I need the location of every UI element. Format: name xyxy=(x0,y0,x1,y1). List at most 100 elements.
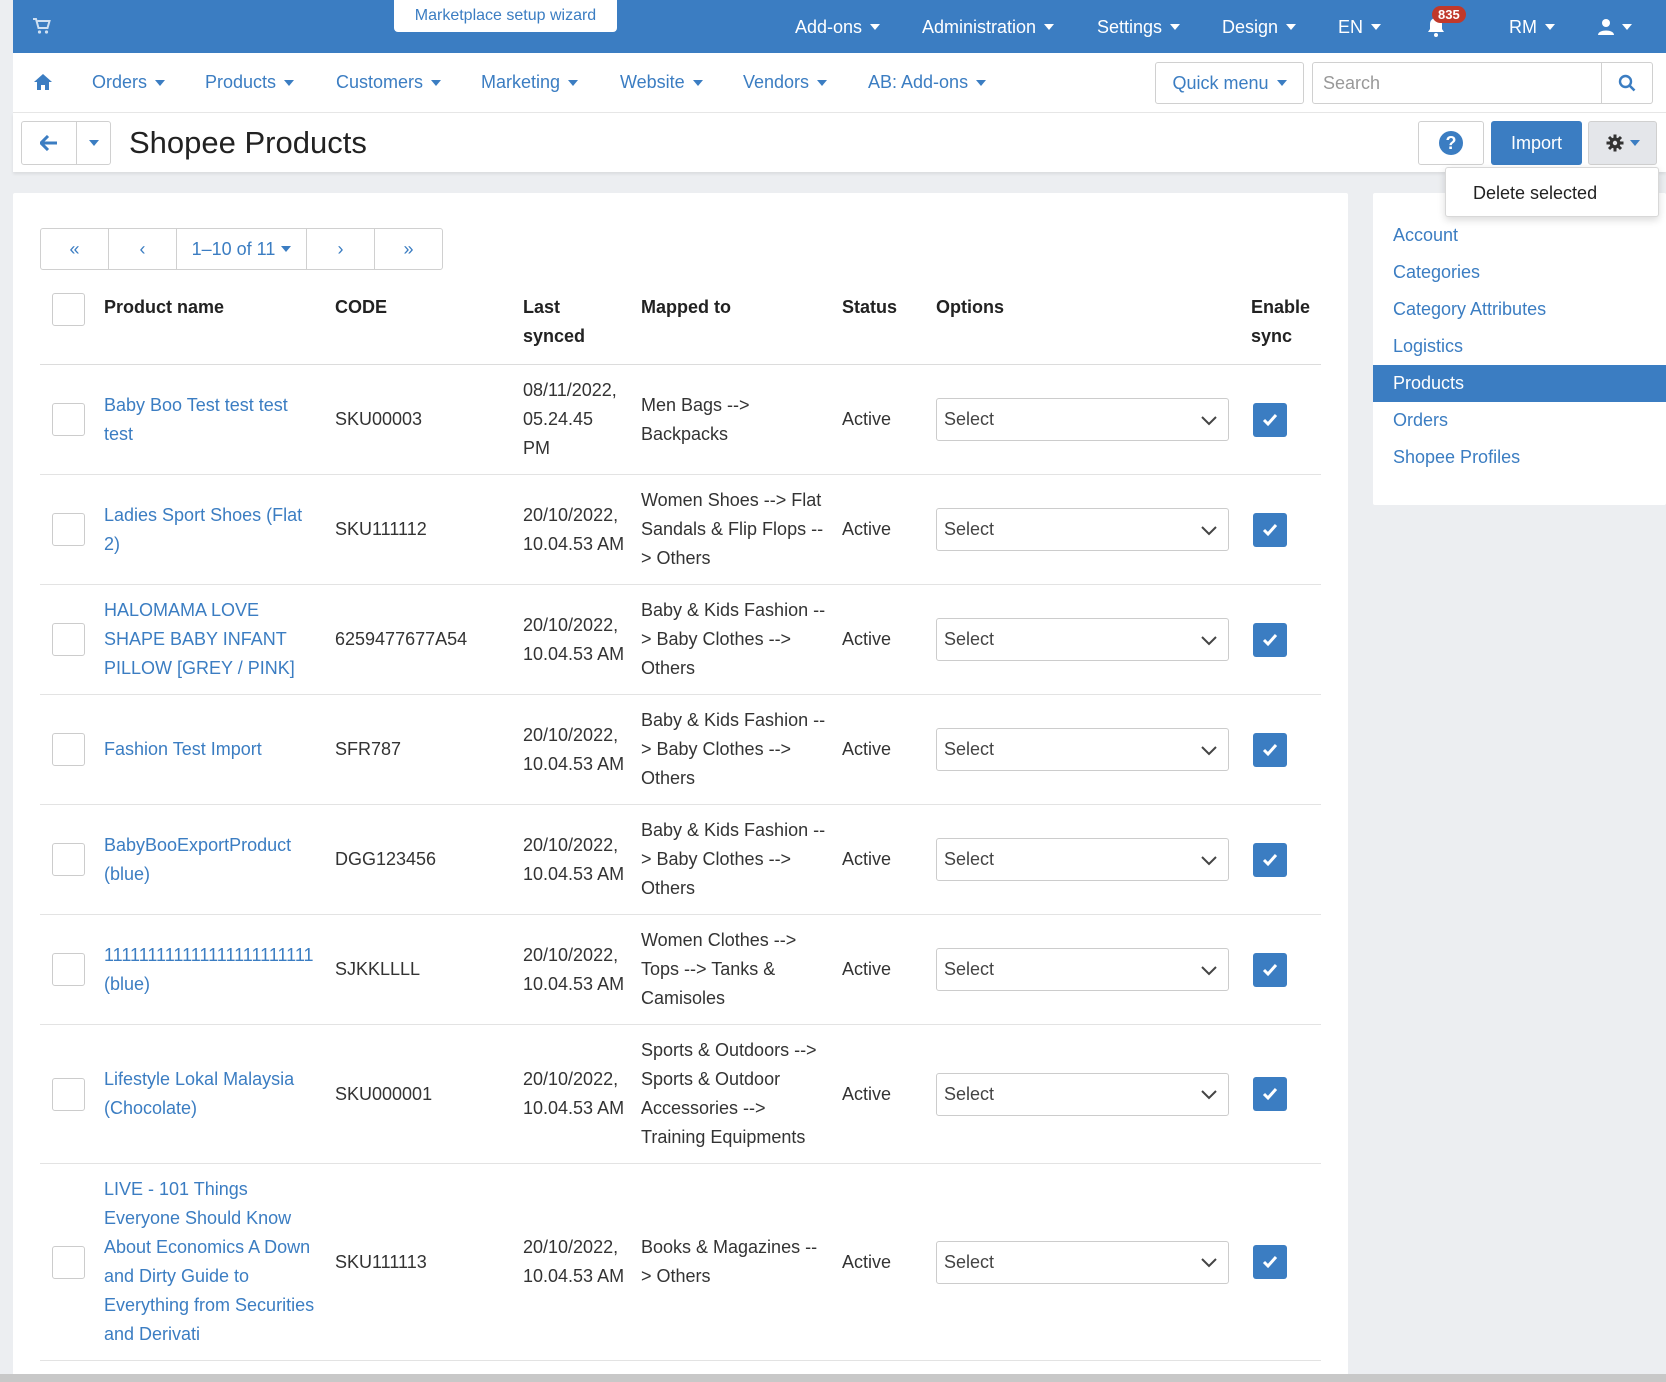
options-select[interactable]: Select xyxy=(936,838,1229,881)
nav-website[interactable]: Website xyxy=(620,72,703,93)
enable-sync-checkbox[interactable] xyxy=(1253,1245,1287,1279)
enable-sync-checkbox[interactable] xyxy=(1253,402,1287,437)
page-range-dropdown[interactable]: 1–10 of 11 xyxy=(177,229,307,269)
product-name-link[interactable]: LIVE - 101 Things Everyone Should Know A… xyxy=(104,1179,314,1344)
sidebar-item-account[interactable]: Account xyxy=(1373,217,1666,254)
enable-sync-checkbox[interactable] xyxy=(1253,732,1287,767)
options-select[interactable]: Select xyxy=(936,1072,1229,1116)
settings-dropdown-button[interactable] xyxy=(1588,121,1657,165)
product-name-link[interactable]: Fashion Test Import xyxy=(104,739,262,759)
nav-products[interactable]: Products xyxy=(205,72,295,93)
nav-marketing[interactable]: Marketing xyxy=(481,72,579,93)
last-synced: 08/11/2022, 05.24.45 PM xyxy=(515,364,633,475)
options-select[interactable]: Select xyxy=(936,948,1229,991)
check-icon xyxy=(1262,963,1278,976)
options-select[interactable]: Select xyxy=(936,728,1229,771)
enable-sync-checkbox[interactable] xyxy=(1253,622,1287,657)
topnav-addons[interactable]: Add-ons xyxy=(795,15,881,39)
col-product-name: Product name xyxy=(96,283,327,365)
last-synced: 20/10/2022, 10.04.53 AM xyxy=(515,914,633,1025)
product-code: DGG123456 xyxy=(327,804,515,915)
product-name-link[interactable]: BabyBooExportProduct (blue) xyxy=(104,835,291,884)
row-checkbox[interactable] xyxy=(52,1077,85,1111)
back-dropdown-button[interactable] xyxy=(76,121,111,165)
enable-sync-cell xyxy=(1243,474,1321,585)
next-page-button[interactable]: › xyxy=(307,229,375,269)
topnav-design-label: Design xyxy=(1222,16,1279,37)
row-checkbox[interactable] xyxy=(52,953,85,986)
prev-page-button[interactable]: ‹ xyxy=(109,229,177,269)
enable-sync-checkbox[interactable] xyxy=(1253,952,1287,987)
back-button[interactable] xyxy=(21,121,77,165)
enable-sync-checkbox[interactable] xyxy=(1253,842,1287,877)
sidebar-item-categories[interactable]: Categories xyxy=(1373,254,1666,291)
topnav-design[interactable]: Design xyxy=(1222,15,1297,39)
options-select[interactable]: Select xyxy=(936,508,1229,551)
row-checkbox[interactable] xyxy=(52,1245,85,1279)
product-code: SFR787 xyxy=(327,694,515,805)
chevron-down-icon xyxy=(1201,1258,1217,1268)
table-row: Lifestyle Lokal Malaysia (Chocolate) SKU0… xyxy=(40,1024,1321,1164)
nav-orders[interactable]: Orders xyxy=(92,72,166,93)
options-select[interactable]: Select xyxy=(936,618,1229,661)
chevron-down-icon xyxy=(281,246,292,252)
product-name-link[interactable]: HALOMAMA LOVE SHAPE BABY INFANT PILLOW [… xyxy=(104,600,295,678)
chevron-down-icon xyxy=(568,79,579,86)
product-code: SKU000001 xyxy=(327,1024,515,1164)
row-checkbox[interactable] xyxy=(52,403,85,436)
topnav-currency[interactable]: RM xyxy=(1509,15,1555,39)
app-shell: Marketplace setup wizard Add-ons Adminis… xyxy=(13,0,1666,1382)
row-checkbox[interactable] xyxy=(52,843,85,876)
options-select-value: Select xyxy=(944,739,995,759)
chevron-down-icon xyxy=(1545,24,1555,30)
chevron-down-icon xyxy=(817,79,828,86)
search-input[interactable] xyxy=(1312,62,1602,104)
nav-customers[interactable]: Customers xyxy=(336,72,442,93)
marketplace-wizard-button[interactable]: Marketplace setup wizard xyxy=(394,0,617,32)
search-button[interactable] xyxy=(1601,62,1653,104)
last-page-button[interactable]: » xyxy=(375,229,442,269)
chevron-down-icon xyxy=(1201,855,1217,865)
topnav-administration[interactable]: Administration xyxy=(922,15,1055,39)
product-name-cell: Baby Boo Test test test test xyxy=(96,364,327,475)
products-panel: « ‹ 1–10 of 11 › » Product name CODE Las… xyxy=(13,193,1348,1382)
options-cell: Select xyxy=(928,1163,1243,1361)
sidebar-item-orders[interactable]: Orders xyxy=(1373,402,1666,439)
row-checkbox[interactable] xyxy=(52,513,85,546)
product-name-link[interactable]: Lifestyle Lokal Malaysia (Chocolate) xyxy=(104,1069,294,1118)
last-synced: 20/10/2022, 10.04.53 AM xyxy=(515,1024,633,1164)
col-code: CODE xyxy=(327,283,515,365)
import-button[interactable]: Import xyxy=(1491,121,1582,165)
select-all-checkbox[interactable] xyxy=(52,293,85,326)
sidebar-item-logistics[interactable]: Logistics xyxy=(1373,328,1666,365)
sidebar-item-category-attributes[interactable]: Category Attributes xyxy=(1373,291,1666,328)
nav-website-label: Website xyxy=(620,72,685,92)
nav-vendors[interactable]: Vendors xyxy=(743,72,828,93)
options-select-value: Select xyxy=(944,959,995,979)
user-menu[interactable] xyxy=(1598,15,1632,39)
delete-selected-menu-item[interactable]: Delete selected xyxy=(1445,167,1659,217)
options-select[interactable]: Select xyxy=(936,1240,1229,1284)
product-name-link[interactable]: Baby Boo Test test test test xyxy=(104,395,288,444)
enable-sync-checkbox[interactable] xyxy=(1253,512,1287,547)
row-checkbox[interactable] xyxy=(52,733,85,766)
topnav-settings[interactable]: Settings xyxy=(1097,15,1181,39)
help-button[interactable]: ? xyxy=(1418,121,1484,165)
options-select-value: Select xyxy=(944,1251,995,1272)
row-checkbox[interactable] xyxy=(52,623,85,656)
sidebar-item-products[interactable]: Products xyxy=(1373,365,1666,402)
topnav-language-label: EN xyxy=(1338,16,1364,37)
product-name-link[interactable]: Ladies Sport Shoes (Flat 2) xyxy=(104,505,302,554)
first-page-button[interactable]: « xyxy=(41,229,109,269)
enable-sync-cell xyxy=(1243,584,1321,695)
enable-sync-checkbox[interactable] xyxy=(1253,1077,1287,1111)
topnav-language[interactable]: EN xyxy=(1338,15,1382,39)
quick-menu-button[interactable]: Quick menu xyxy=(1155,62,1304,104)
sidebar-item-shopee-profiles[interactable]: Shopee Profiles xyxy=(1373,439,1666,476)
options-select[interactable]: Select xyxy=(936,398,1229,441)
nav-ab-addons[interactable]: AB: Add-ons xyxy=(868,72,987,93)
product-name-link[interactable]: 111111111111111111111111 (blue) xyxy=(104,945,314,994)
cart-icon[interactable] xyxy=(32,16,52,36)
chevron-down-icon xyxy=(692,79,703,86)
home-icon[interactable] xyxy=(33,73,53,91)
